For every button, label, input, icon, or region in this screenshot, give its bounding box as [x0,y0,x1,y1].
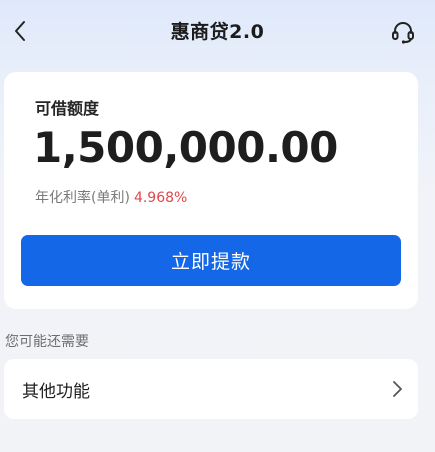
available-credit-label: 可借额度 [35,99,100,118]
interest-rate-value: 4.968% [133,190,188,206]
navigation-bar: 惠商贷2.0 [0,0,435,64]
interest-rate-label: 年化利率(单利) [35,190,130,206]
other-functions-label: 其他功能 [22,382,90,402]
other-functions-item[interactable]: 其他功能 [4,359,418,419]
credit-amount: 1,500,000.00 [33,123,338,172]
interest-rate-row: 年化利率(单利) 4.968% [35,187,187,207]
headset-icon [392,22,414,44]
chevron-right-icon [393,381,402,397]
withdraw-button[interactable]: 立即提款 [21,235,401,286]
credit-card: 可借额度 1,500,000.00 年化利率(单利) 4.968% 立即提款 [4,72,418,309]
suggestions-section-title: 您可能还需要 [5,334,89,350]
customer-service-button[interactable] [389,18,417,46]
page-title: 惠商贷2.0 [170,21,265,43]
